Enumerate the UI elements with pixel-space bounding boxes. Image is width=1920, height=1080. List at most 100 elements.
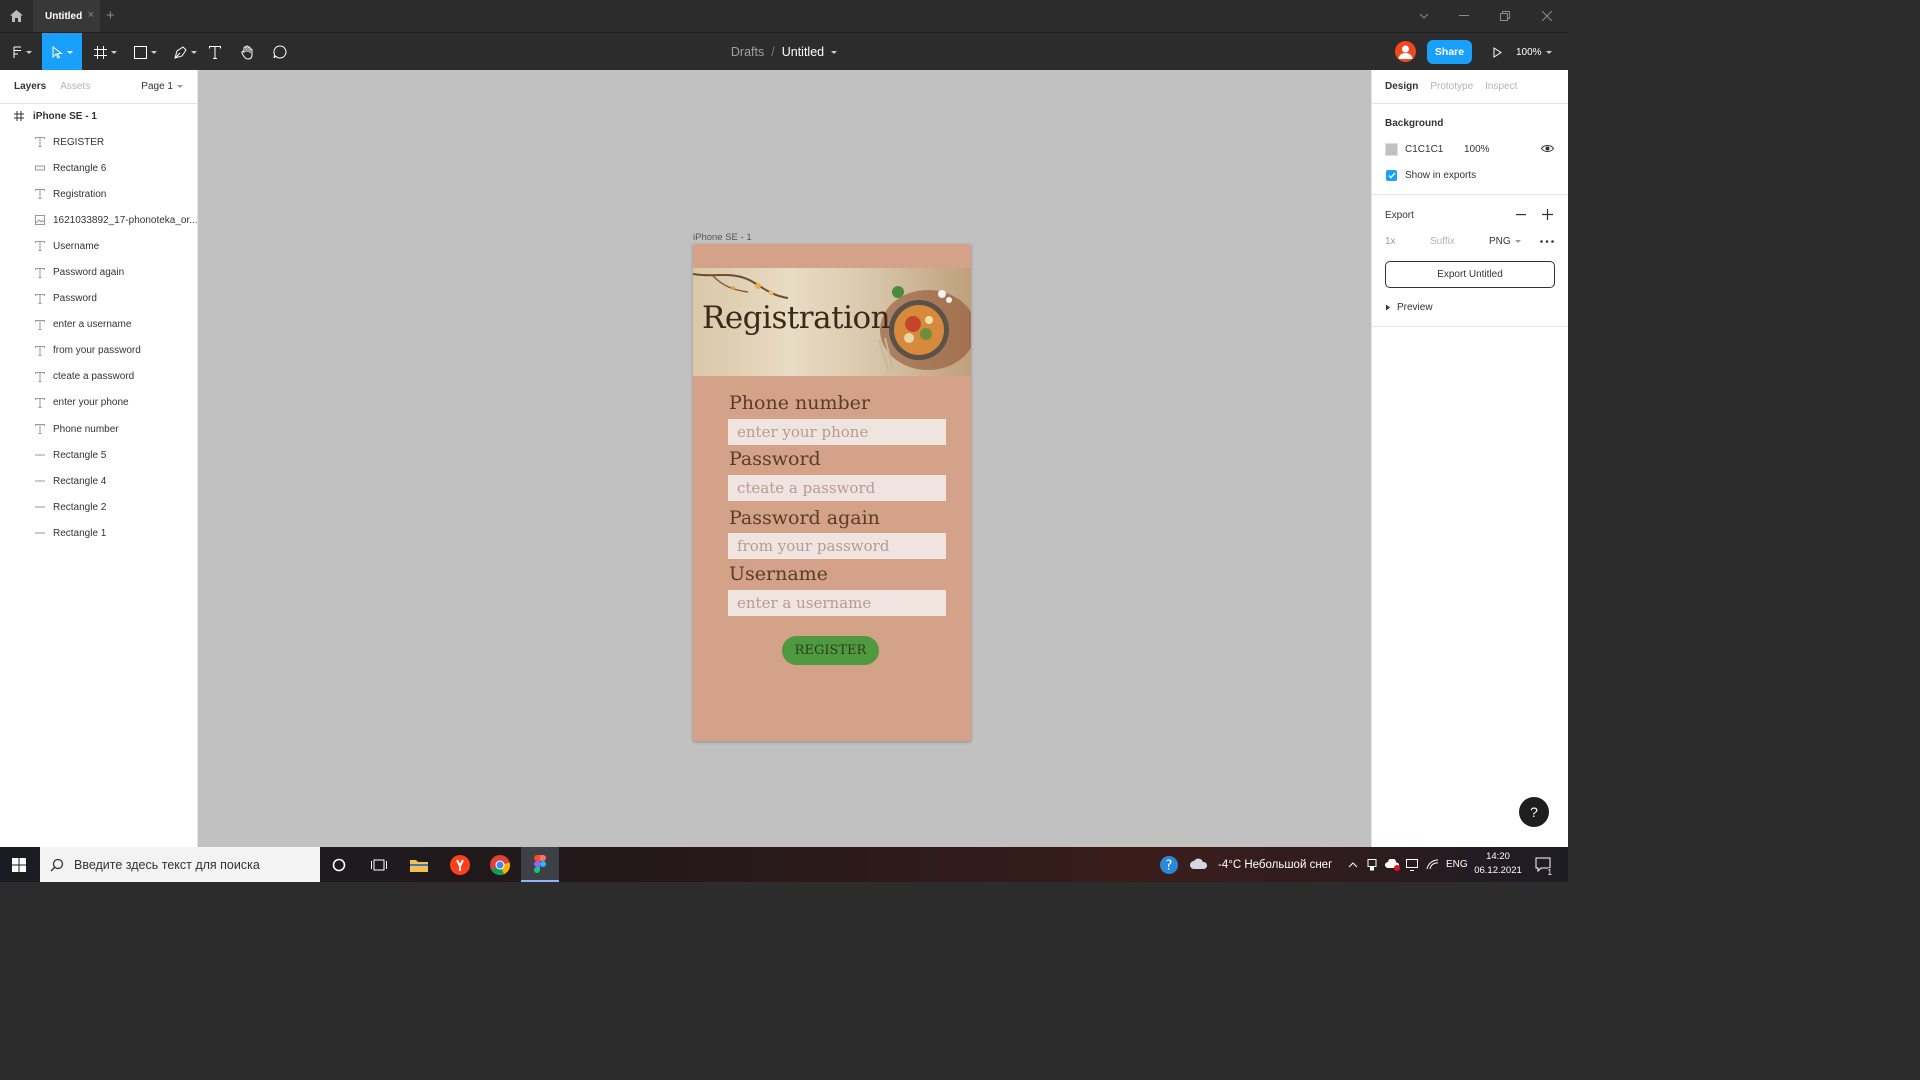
frame-label[interactable]: iPhone SE - 1 [693, 232, 752, 243]
layer-item[interactable]: Password [0, 286, 197, 312]
tab-prototype[interactable]: Prototype [1430, 81, 1473, 92]
export-suffix-input[interactable]: Suffix [1430, 236, 1480, 247]
layer-item[interactable]: enter your phone [0, 390, 197, 416]
file-name[interactable]: Untitled [782, 45, 824, 59]
taskbar-search[interactable]: Введите здесь текст для поиска [40, 847, 320, 882]
canvas[interactable]: iPhone SE - 1 Registration Phone number … [198, 70, 1371, 847]
notifications-button[interactable]: 1 [1528, 847, 1558, 882]
layer-frame[interactable]: iPhone SE - 1 [0, 103, 197, 129]
comment-tool-button[interactable] [268, 33, 292, 71]
layer-item[interactable]: Rectangle 2 [0, 494, 197, 520]
password-label[interactable]: Password [729, 448, 821, 470]
yandex-browser-button[interactable] [441, 847, 479, 882]
present-button[interactable] [1486, 33, 1508, 71]
background-hex[interactable]: C1C1C1 [1405, 144, 1443, 155]
phone-input[interactable]: enter your phone [728, 419, 946, 445]
tab-assets[interactable]: Assets [60, 81, 90, 92]
share-button[interactable]: Share [1427, 40, 1472, 64]
background-color-swatch[interactable] [1385, 143, 1398, 156]
username-label[interactable]: Username [729, 563, 828, 585]
chevron-down-icon[interactable] [831, 50, 838, 54]
cursor-icon [52, 45, 63, 59]
layer-item[interactable]: 1621033892_17-phonoteka_or... [0, 207, 197, 233]
visibility-toggle[interactable] [1541, 144, 1554, 153]
layer-item[interactable]: from your password [0, 338, 197, 364]
main-menu-button[interactable] [6, 33, 38, 71]
pen-tool-button[interactable] [168, 33, 202, 71]
hand-tool-button[interactable] [236, 33, 260, 71]
layer-item[interactable]: cteate a password [0, 364, 197, 390]
network-tray-button[interactable] [1422, 847, 1442, 882]
cortana-button[interactable] [320, 847, 358, 882]
windows-taskbar: Введите здесь текст для поиска ? -4°C Не… [0, 847, 1568, 882]
restore-button[interactable] [1485, 0, 1525, 32]
tab-inspect[interactable]: Inspect [1485, 81, 1517, 92]
layer-item[interactable]: Rectangle 1 [0, 520, 197, 546]
username-input[interactable]: enter a username [728, 590, 946, 616]
remove-export-button[interactable] [1516, 214, 1526, 216]
chrome-button[interactable] [481, 847, 519, 882]
close-window-button[interactable] [1527, 0, 1567, 32]
new-tab-button[interactable]: + [106, 7, 115, 24]
close-tab-icon[interactable]: × [88, 9, 94, 21]
frame-tool-button[interactable] [88, 33, 122, 71]
usb-tray-button[interactable] [1362, 847, 1382, 882]
page-selector[interactable]: Page 1 [141, 81, 183, 92]
layer-item[interactable]: enter a username [0, 312, 197, 338]
weather-button[interactable] [1184, 847, 1214, 882]
rectangle-icon [133, 45, 147, 59]
help-button[interactable]: ? [1519, 797, 1549, 827]
tab-layers[interactable]: Layers [14, 81, 46, 92]
layer-item[interactable]: Phone number [0, 416, 197, 442]
layer-item[interactable]: Password again [0, 259, 197, 285]
header-image[interactable]: Registration [693, 268, 971, 376]
password-again-label[interactable]: Password again [729, 507, 880, 529]
chrome-icon [490, 854, 510, 875]
tab-design[interactable]: Design [1385, 81, 1418, 92]
text-tool-button[interactable] [204, 33, 226, 71]
password-again-input[interactable]: from your password [728, 533, 946, 559]
layer-item[interactable]: Rectangle 4 [0, 468, 197, 494]
show-in-exports-checkbox[interactable] [1386, 170, 1397, 181]
register-button[interactable]: REGISTER [782, 636, 879, 665]
background-opacity[interactable]: 100% [1464, 144, 1490, 155]
iphone-frame[interactable]: Registration Phone number enter your pho… [693, 244, 971, 741]
zoom-dropdown[interactable]: 100% [1516, 33, 1552, 71]
home-button[interactable] [0, 0, 33, 32]
add-export-button[interactable] [1542, 209, 1553, 220]
layer-item[interactable]: Username [0, 233, 197, 259]
export-format-select[interactable]: PNG [1489, 236, 1521, 247]
display-tray-button[interactable] [1402, 847, 1422, 882]
registration-title[interactable]: Registration [702, 300, 891, 336]
chevron-down-icon[interactable] [1404, 0, 1444, 32]
layer-item[interactable]: REGISTER [0, 129, 197, 155]
export-button[interactable]: Export Untitled [1385, 261, 1555, 288]
file-explorer-button[interactable] [400, 847, 438, 882]
breadcrumb-drafts[interactable]: Drafts [731, 45, 764, 59]
export-scale[interactable]: 1x [1385, 236, 1396, 247]
language-indicator[interactable]: ENG [1446, 847, 1468, 882]
play-icon [1493, 46, 1502, 58]
export-settings-button[interactable] [1540, 240, 1554, 243]
move-tool-button[interactable] [42, 33, 82, 71]
layer-item-label: Rectangle 2 [53, 501, 107, 513]
weather-text[interactable]: -4°C Небольшой снег [1218, 847, 1332, 882]
file-tab[interactable]: Untitled × [33, 0, 100, 32]
phone-number-label[interactable]: Phone number [729, 392, 870, 414]
figma-app-button[interactable] [521, 847, 559, 882]
cloud-snow-icon [1190, 858, 1208, 869]
layer-item[interactable]: Rectangle 5 [0, 442, 197, 468]
layer-item-label: Username [53, 240, 100, 252]
shape-tool-button[interactable] [128, 33, 162, 71]
onedrive-tray-button[interactable] [1382, 847, 1404, 882]
avatar[interactable] [1395, 41, 1416, 62]
help-tray-button[interactable]: ? [1150, 847, 1188, 882]
password-input[interactable]: cteate a password [728, 475, 946, 501]
task-view-button[interactable] [360, 847, 398, 882]
layer-item[interactable]: Registration [0, 181, 197, 207]
minimize-button[interactable] [1444, 0, 1484, 32]
layer-item[interactable]: Rectangle 6 [0, 155, 197, 181]
start-button[interactable] [0, 847, 38, 882]
preview-toggle[interactable]: Preview [1385, 302, 1433, 313]
clock[interactable]: 14:20 06.12.2021 [1474, 850, 1522, 878]
